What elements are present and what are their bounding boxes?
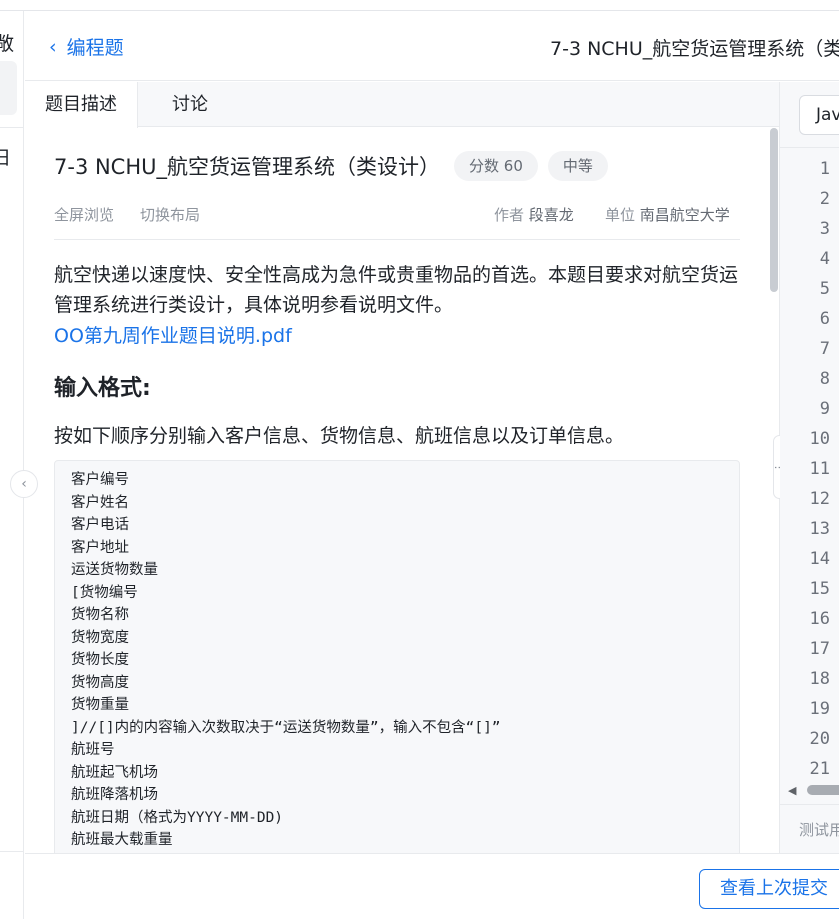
nav-active-item[interactable] xyxy=(0,61,17,115)
tab-discussion[interactable]: 讨论 xyxy=(158,82,222,127)
code-line: 客户地址 xyxy=(71,539,129,556)
code-line: 运送货物数量 xyxy=(71,562,158,578)
line-number: 5 xyxy=(819,279,830,299)
code-line: 货物名称 xyxy=(71,607,129,623)
author-info: 作者 段喜龙 xyxy=(494,204,574,225)
content-scrollbar-thumb[interactable] xyxy=(770,128,778,292)
problem-meta: 全屏浏览 切换布局 作者 段喜龙 单位 南昌航空大学 xyxy=(54,204,740,226)
back-link[interactable]: ‹ 编程题 xyxy=(49,33,124,60)
test-panel-tabbar: 测试用 xyxy=(780,804,839,853)
problem-title: 7-3 NCHU_航空货运管理系统（类设计） xyxy=(54,155,441,179)
collapse-sidebar-button[interactable]: ‹ xyxy=(10,470,38,498)
code-line: 货物宽度 xyxy=(71,629,129,646)
horizontal-scrollbar-thumb[interactable] xyxy=(807,785,839,795)
view-last-submission-button[interactable]: 查看上次提交 xyxy=(699,869,839,909)
back-link-label: 编程题 xyxy=(66,37,124,59)
line-number: 19 xyxy=(809,699,830,719)
code-line: [货物编号 xyxy=(71,584,138,601)
unit-label: 单位 xyxy=(605,206,636,224)
line-number: 13 xyxy=(809,519,830,539)
chevron-left-icon: ‹ xyxy=(49,35,57,58)
line-number: 2 xyxy=(819,189,830,209)
attachment-link[interactable]: OO第九周作业题目说明.pdf xyxy=(54,321,292,351)
author-name: 段喜龙 xyxy=(528,206,574,224)
author-label: 作者 xyxy=(494,206,525,224)
page-footer: 查看上次提交 xyxy=(25,853,839,919)
code-line: 客户电话 xyxy=(71,517,129,533)
switch-layout-link[interactable]: 切换布局 xyxy=(140,204,200,225)
line-number: 4 xyxy=(819,249,830,269)
line-number: 9 xyxy=(819,399,830,419)
input-format-heading: 输入格式: xyxy=(54,376,151,401)
score-badge: 分数 60 xyxy=(454,151,538,181)
page-header: ‹ 编程题 7-3 NCHU_航空货运管理系统（类 xyxy=(25,11,839,81)
line-number: 7 xyxy=(819,339,830,359)
line-number: 20 xyxy=(809,729,830,749)
problem-content: 7-3 NCHU_航空货运管理系统（类设计） 分数 60 中等 全屏浏览 切换布… xyxy=(25,128,770,853)
code-editor: Jav 1 2 3 4 5 6 7 8 9 10 11 12 13 14 15 … xyxy=(780,82,839,853)
chevron-left-icon: ‹ xyxy=(21,476,27,492)
code-line: 货物重量 xyxy=(71,697,129,713)
code-line: 客户姓名 xyxy=(71,494,129,511)
code-line: 航班降落机场 xyxy=(71,787,158,803)
difficulty-badge: 中等 xyxy=(547,151,608,181)
unit-name: 南昌航空大学 xyxy=(639,206,730,224)
line-number: 14 xyxy=(809,549,830,569)
code-line: 货物长度 xyxy=(71,652,129,668)
problem-title-row: 7-3 NCHU_航空货运管理系统（类设计） 分数 60 中等 xyxy=(54,151,608,181)
line-number: 16 xyxy=(809,609,830,629)
line-number: 17 xyxy=(809,639,830,659)
page-title: 7-3 NCHU_航空货运管理系统（类 xyxy=(550,38,839,60)
code-line: 航班起飞机场 xyxy=(71,764,158,781)
line-number: 15 xyxy=(809,579,830,599)
line-number: 10 xyxy=(809,429,830,449)
line-numbers: 1 2 3 4 5 6 7 8 9 10 11 12 13 14 15 16 1… xyxy=(780,154,830,784)
editor-divider xyxy=(780,147,839,148)
fullscreen-link[interactable]: 全屏浏览 xyxy=(54,204,114,225)
problem-description: 航空快递以速度快、安全性高成为急件或贵重物品的首选。本题目要求对航空货运管理系统… xyxy=(54,264,739,316)
code-line: 航班号 xyxy=(71,742,115,758)
line-number: 6 xyxy=(819,309,830,329)
line-number: 12 xyxy=(809,489,830,509)
nav-text-fragment: 敞 xyxy=(0,29,14,56)
code-line: 货物高度 xyxy=(71,674,129,691)
input-format-code-block: 客户编号 客户姓名 客户电话 客户地址 运送货物数量 [货物编号 货物名称 货物… xyxy=(54,460,740,853)
line-number: 3 xyxy=(819,219,830,239)
nav-divider xyxy=(0,127,23,128)
line-number: 1 xyxy=(819,159,830,179)
input-format-intro: 按如下顺序分别输入客户信息、货物信息、航班信息以及订单信息。 xyxy=(54,425,625,447)
scroll-left-icon[interactable]: ◀ xyxy=(788,784,796,797)
code-line: 航班日期（格式为YYYY-MM-DD) xyxy=(71,809,284,826)
problem-tabs: 题目描述 讨论 xyxy=(25,82,780,128)
code-line: ]//[]内的内容输入次数取决于“运送货物数量”，输入不包含“[]” xyxy=(71,719,501,736)
editor-horizontal-scrollbar[interactable]: ◀ xyxy=(780,780,839,802)
unit-info: 单位 南昌航空大学 xyxy=(605,204,730,225)
code-line: 航班最大载重量 xyxy=(71,832,173,848)
line-number: 8 xyxy=(819,369,830,389)
language-select[interactable]: Jav xyxy=(799,95,839,135)
code-line: 客户编号 xyxy=(71,472,129,488)
test-cases-tab[interactable]: 测试用 xyxy=(799,819,839,840)
meta-divider xyxy=(54,239,740,240)
line-number: 18 xyxy=(809,669,830,689)
left-nav-strip: 敞 日 xyxy=(0,11,24,919)
tab-description[interactable]: 题目描述 xyxy=(25,82,138,128)
nav-text-fragment-2: 日 xyxy=(0,143,11,170)
line-number: 11 xyxy=(809,459,830,479)
nav-bottom-divider xyxy=(0,851,23,852)
